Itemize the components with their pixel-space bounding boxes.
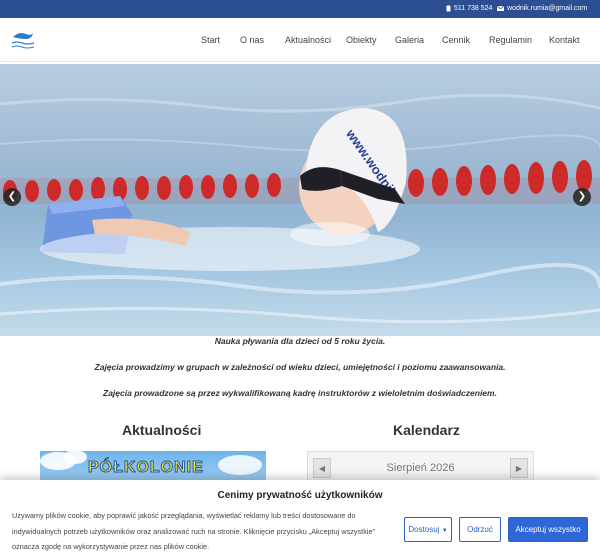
site-logo[interactable] [10,30,36,52]
intro-line-1: Nauka pływania dla dzieci od 5 roku życi… [214,336,386,346]
intro-line-3: Zajęcia prowadzone są przez wykwalifikow… [103,388,497,398]
calendar-month: Sierpień 2026 [386,462,455,474]
slider-next-button[interactable]: ❯ [573,188,591,206]
hero-slider: www.wodnik ❮ ❯ [0,64,600,336]
main-navigation: Start O nas Aktualności Obiekty Galeria … [0,18,600,62]
hero-image: www.wodnik [0,93,600,324]
nav-item-galeria[interactable]: Galeria [395,35,424,45]
calendar-heading: Kalendarz [393,422,460,438]
calendar-next-button[interactable]: ▶ [510,458,528,478]
phone-contact[interactable]: 511 738 524 [446,5,492,12]
email-address: wodnik.rumia@gmail.com [507,5,588,12]
nav-item-aktualnosci[interactable]: Aktualności [285,35,331,45]
top-contact-bar: 511 738 524 wodnik.rumia@gmail.com [0,0,600,18]
cookie-message: Używamy plików cookie, aby poprawić jako… [12,511,375,551]
intro-line-2: Zajęcia prowadzimy w grupach w zależnośc… [94,362,506,372]
envelope-icon [497,6,504,11]
cookie-customize-label: Dostosuj [408,525,440,534]
phone-number: 511 738 524 [454,5,493,12]
nav-item-regulamin[interactable]: Regulamin [489,35,532,45]
cookie-reject-button[interactable]: Odrzuć [459,517,501,542]
news-heading: Aktualności [122,422,202,438]
nav-item-o-nas[interactable]: O nas [240,35,264,45]
slider-prev-button[interactable]: ❮ [3,188,21,206]
nav-item-cennik[interactable]: Cennik [442,35,470,45]
cookie-accept-button[interactable]: Akceptuj wszystko [508,517,588,542]
chevron-down-icon: ▼ [441,528,448,534]
email-contact[interactable]: wodnik.rumia@gmail.com [497,5,587,12]
nav-item-kontakt[interactable]: Kontakt [549,35,580,45]
nav-item-obiekty[interactable]: Obiekty [346,35,377,45]
news-thumbnail-text: PÓŁKOLONIE [88,459,204,477]
nav-item-start[interactable]: Start [201,35,220,45]
phone-icon [446,5,451,12]
cookie-title: Cenimy prywatność użytkowników [217,490,383,501]
cookie-customize-button[interactable]: Dostosuj ▼ [404,517,452,542]
